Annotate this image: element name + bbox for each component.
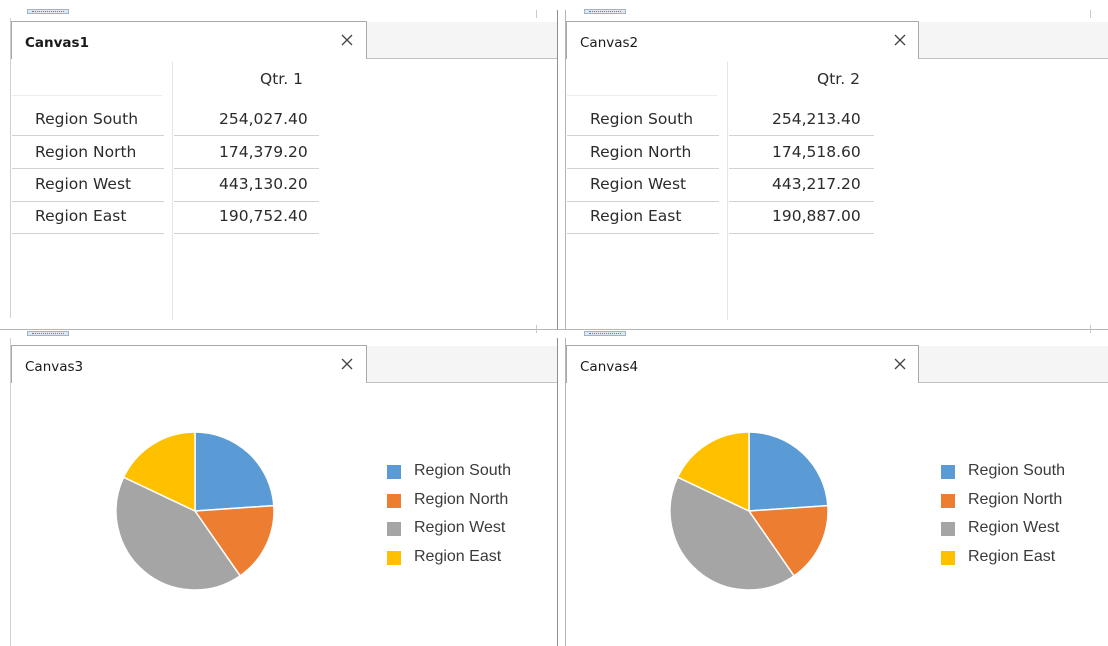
column-header: Qtr. 2 bbox=[817, 70, 860, 88]
row-label: Region North bbox=[35, 143, 137, 161]
tab-strip: Canvas4 bbox=[566, 345, 1108, 383]
divider bbox=[536, 10, 537, 18]
row-line bbox=[729, 233, 874, 234]
tab-title: Canvas4 bbox=[580, 359, 639, 375]
row-value: 190,752.40 bbox=[219, 207, 308, 225]
panel-grip[interactable] bbox=[584, 9, 626, 14]
legend-label: Region West bbox=[414, 519, 506, 536]
tab-canvas2[interactable]: Canvas2 bbox=[566, 21, 919, 59]
pie-chart bbox=[115, 431, 275, 591]
tab-canvas4[interactable]: Canvas4 bbox=[566, 345, 919, 383]
legend-swatch bbox=[941, 465, 955, 479]
divider bbox=[536, 325, 537, 333]
column-separator bbox=[172, 62, 173, 320]
row-line bbox=[12, 135, 164, 136]
divider bbox=[557, 338, 558, 646]
close-icon[interactable] bbox=[890, 354, 910, 374]
header-line bbox=[567, 95, 717, 96]
tab-title: Canvas2 bbox=[580, 35, 639, 51]
row-line bbox=[729, 168, 874, 169]
divider bbox=[10, 338, 11, 646]
row-line bbox=[567, 168, 719, 169]
legend-swatch bbox=[941, 493, 955, 508]
row-value: 254,027.40 bbox=[219, 110, 308, 128]
divider bbox=[565, 338, 566, 646]
tab-title: Canvas1 bbox=[25, 35, 89, 51]
legend-swatch bbox=[941, 522, 955, 536]
row-line bbox=[567, 135, 719, 136]
row-label: Region East bbox=[35, 207, 127, 225]
pie-chart bbox=[669, 431, 829, 591]
legend-label: Region East bbox=[968, 547, 1056, 565]
row-label: Region North bbox=[590, 143, 692, 161]
panel-grip[interactable] bbox=[584, 331, 626, 336]
row-value: 443,217.20 bbox=[772, 175, 861, 193]
legend-swatch bbox=[387, 522, 401, 536]
row-line bbox=[12, 201, 164, 202]
tab-strip: Canvas2 bbox=[566, 21, 1108, 59]
legend-label: Region South bbox=[968, 462, 1065, 479]
row-value: 254,213.40 bbox=[772, 110, 861, 128]
column-separator bbox=[727, 62, 728, 320]
tab-strip: Canvas3 bbox=[11, 345, 557, 383]
row-line bbox=[174, 233, 319, 234]
column-header: Qtr. 1 bbox=[260, 70, 303, 88]
legend-label: Region North bbox=[968, 490, 1063, 508]
legend-swatch bbox=[387, 465, 401, 479]
row-label: Region East bbox=[590, 207, 682, 225]
row-value: 190,887.00 bbox=[772, 207, 861, 225]
divider bbox=[1090, 10, 1091, 18]
pie-slice-region-south bbox=[748, 431, 829, 512]
tab-canvas3[interactable]: Canvas3 bbox=[11, 345, 367, 383]
row-line bbox=[174, 168, 319, 169]
chart-legend: Region South Region North Region West Regio… bbox=[387, 462, 537, 582]
row-line bbox=[567, 201, 719, 202]
row-line bbox=[12, 168, 164, 169]
legend-swatch bbox=[387, 493, 401, 508]
row-label: Region South bbox=[590, 110, 694, 128]
row-label: Region West bbox=[590, 175, 687, 193]
divider bbox=[0, 329, 1108, 330]
header-line bbox=[12, 95, 162, 96]
legend-label: Region West bbox=[968, 519, 1060, 536]
row-value: 174,518.60 bbox=[772, 143, 861, 161]
row-line bbox=[174, 201, 319, 202]
legend-swatch bbox=[941, 550, 955, 565]
panel-grip[interactable] bbox=[27, 9, 69, 14]
row-value: 443,130.20 bbox=[219, 175, 308, 193]
divider bbox=[10, 18, 11, 318]
legend-label: Region South bbox=[414, 462, 511, 479]
row-line bbox=[12, 233, 164, 234]
legend-label: Region East bbox=[414, 547, 502, 565]
close-icon[interactable] bbox=[337, 30, 357, 50]
tab-strip: Canvas1 bbox=[11, 21, 557, 59]
legend-swatch bbox=[387, 550, 401, 565]
close-icon[interactable] bbox=[337, 354, 357, 374]
pie-slice-region-south bbox=[194, 431, 275, 512]
tab-title: Canvas3 bbox=[25, 359, 84, 375]
row-line bbox=[729, 135, 874, 136]
row-line bbox=[729, 201, 874, 202]
chart-legend: Region South Region North Region West Regio… bbox=[941, 462, 1091, 582]
row-line bbox=[174, 135, 319, 136]
row-value: 174,379.20 bbox=[219, 143, 308, 161]
legend-label: Region North bbox=[414, 490, 509, 508]
row-line bbox=[567, 233, 719, 234]
tab-canvas1[interactable]: Canvas1 bbox=[11, 21, 367, 59]
row-label: Region West bbox=[35, 175, 132, 193]
panel-grip[interactable] bbox=[27, 331, 69, 336]
divider bbox=[1090, 325, 1091, 333]
row-label: Region South bbox=[35, 110, 139, 128]
close-icon[interactable] bbox=[890, 30, 910, 50]
divider bbox=[557, 10, 558, 330]
